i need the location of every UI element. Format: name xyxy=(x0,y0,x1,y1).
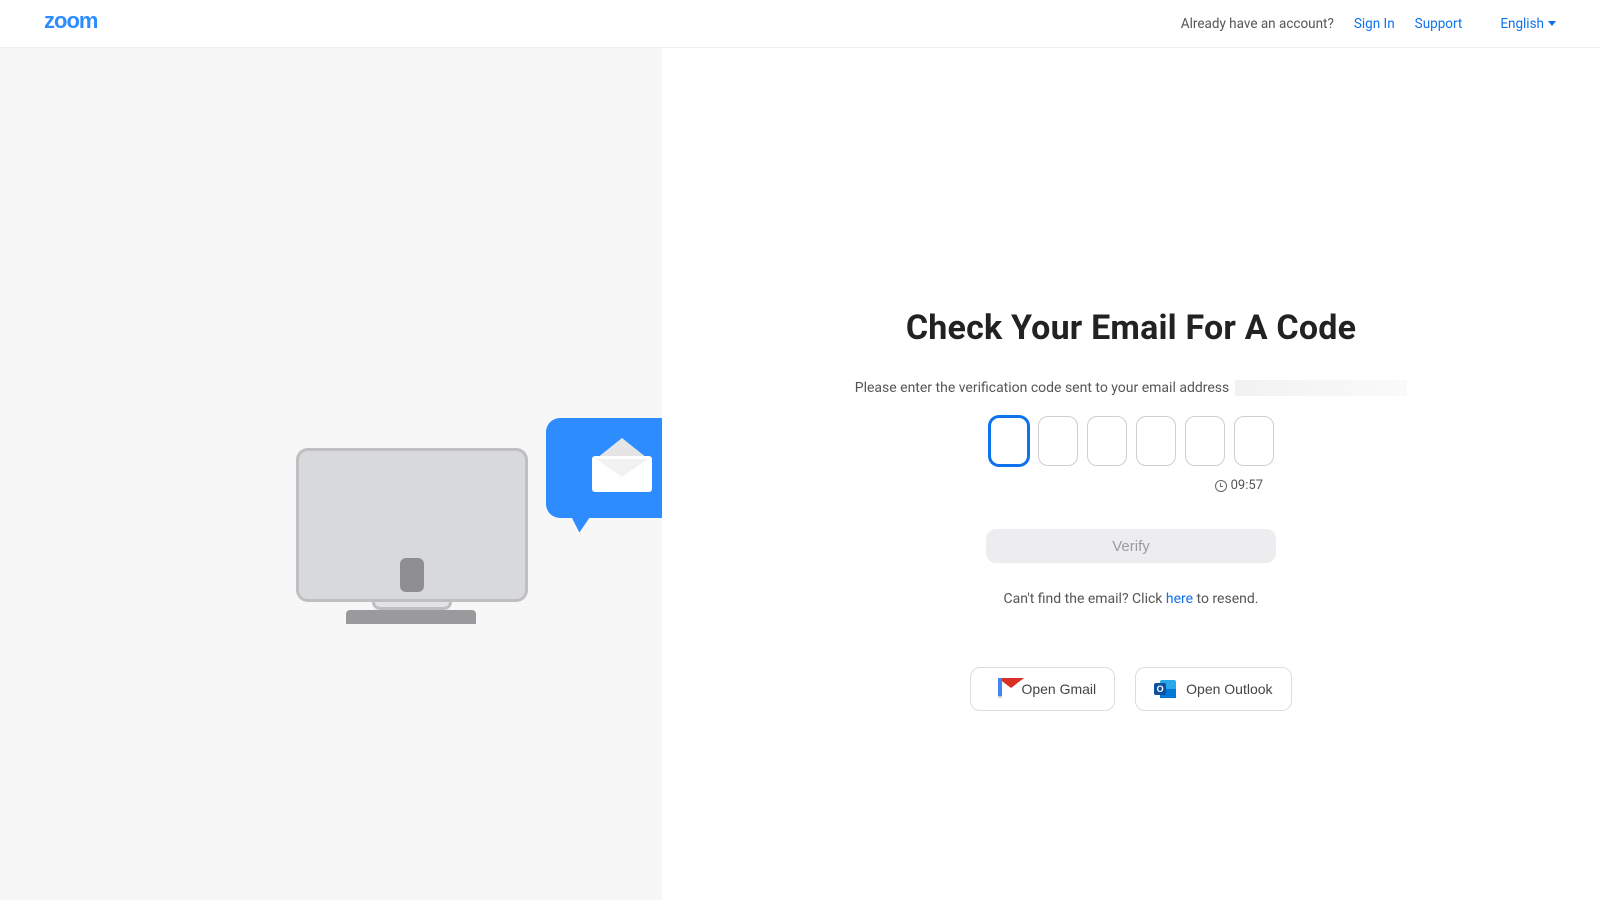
code-input-2[interactable] xyxy=(1038,416,1078,466)
left-panel xyxy=(0,48,662,900)
verification-form: Check Your Email For A Code Please enter… xyxy=(851,308,1411,711)
timer-row: 09:57 xyxy=(999,478,1263,493)
content: Check Your Email For A Code Please enter… xyxy=(0,48,1600,900)
envelope-icon xyxy=(592,446,652,486)
code-input-5[interactable] xyxy=(1185,416,1225,466)
page-title: Check Your Email For A Code xyxy=(851,308,1411,348)
timer-value: 09:57 xyxy=(1231,478,1263,493)
right-panel: Check Your Email For A Code Please enter… xyxy=(662,48,1600,900)
open-outlook-label: Open Outlook xyxy=(1186,681,1272,697)
code-input-3[interactable] xyxy=(1087,416,1127,466)
outlook-icon: O xyxy=(1154,680,1176,698)
code-input-1[interactable] xyxy=(989,416,1029,466)
chat-bubble-tail-icon xyxy=(567,504,602,533)
open-gmail-button[interactable]: Open Gmail xyxy=(970,667,1115,711)
email-address-redacted xyxy=(1235,380,1407,396)
open-email-row: Open Gmail O Open Outlook xyxy=(851,667,1411,711)
gmail-icon xyxy=(989,680,1011,698)
open-outlook-button[interactable]: O Open Outlook xyxy=(1135,667,1291,711)
language-label: English xyxy=(1500,16,1544,32)
code-inputs xyxy=(851,416,1411,466)
zoom-logo-icon: zoom xyxy=(44,10,140,32)
resend-prefix: Can't find the email? Click xyxy=(1004,591,1166,607)
sign-in-link[interactable]: Sign In xyxy=(1354,16,1395,32)
open-gmail-label: Open Gmail xyxy=(1021,681,1096,697)
code-input-4[interactable] xyxy=(1136,416,1176,466)
header: zoom Already have an account? Sign In Su… xyxy=(0,0,1600,48)
resend-suffix: to resend. xyxy=(1193,591,1258,607)
already-account-text: Already have an account? xyxy=(1181,16,1334,32)
code-input-6[interactable] xyxy=(1234,416,1274,466)
monitor-button-icon xyxy=(400,558,424,592)
chevron-down-icon xyxy=(1548,21,1556,26)
resend-link[interactable]: here xyxy=(1166,591,1193,607)
illustration xyxy=(296,418,716,648)
zoom-logo: zoom xyxy=(44,10,140,38)
monitor-base-icon xyxy=(346,610,476,624)
svg-text:zoom: zoom xyxy=(44,10,98,32)
description-text: Please enter the verification code sent … xyxy=(855,380,1229,396)
clock-icon xyxy=(1215,480,1227,492)
support-link[interactable]: Support xyxy=(1415,16,1463,32)
verify-button[interactable]: Verify xyxy=(986,529,1276,563)
resend-text: Can't find the email? Click here to rese… xyxy=(851,591,1411,607)
header-right: Already have an account? Sign In Support… xyxy=(1181,16,1556,32)
language-selector[interactable]: English xyxy=(1500,16,1556,32)
description-row: Please enter the verification code sent … xyxy=(851,380,1411,396)
